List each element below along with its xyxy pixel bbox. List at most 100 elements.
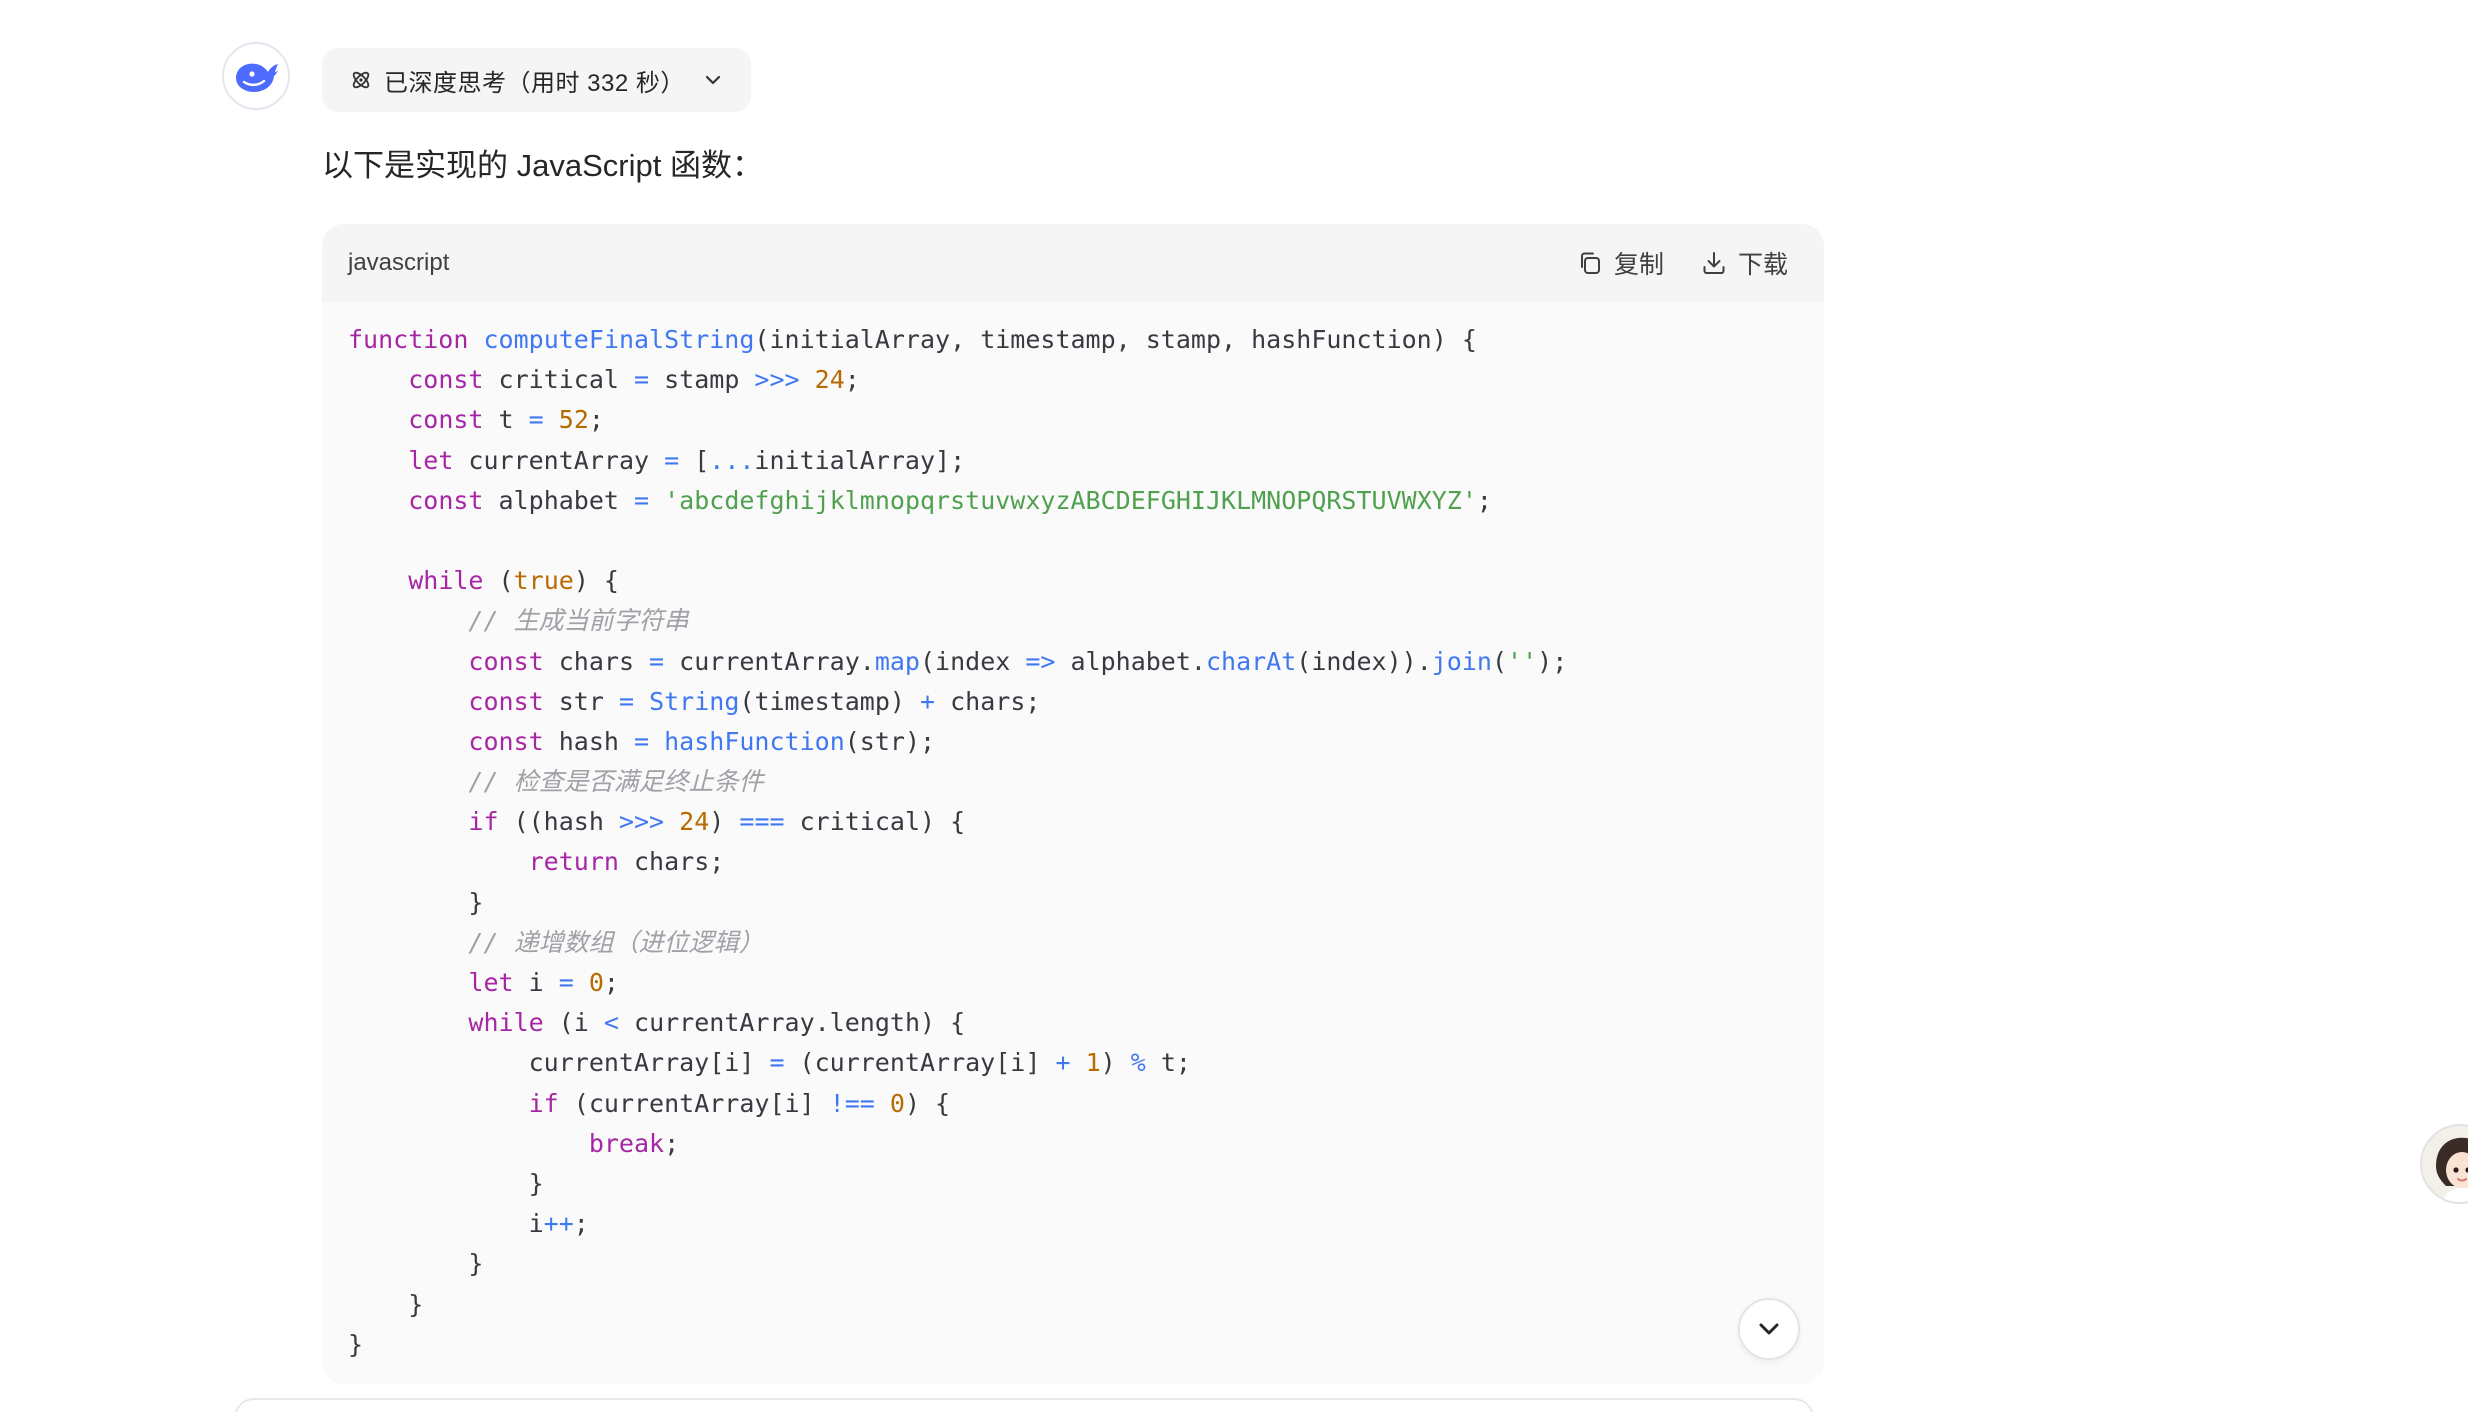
code-token: while bbox=[468, 1008, 544, 1038]
code-line: while (i < currentArray.length) { bbox=[348, 1003, 1798, 1043]
code-token: ) bbox=[1100, 1048, 1131, 1078]
code-token: currentArray.length) { bbox=[618, 1008, 966, 1038]
scroll-down-button[interactable] bbox=[1738, 1298, 1800, 1360]
code-token: true bbox=[513, 566, 574, 596]
code-token: } bbox=[348, 1289, 424, 1319]
code-token: ( bbox=[1491, 646, 1508, 676]
code-token: initialArray]; bbox=[754, 445, 966, 475]
code-token: } bbox=[348, 1249, 484, 1279]
code-token: 0 bbox=[889, 1088, 905, 1118]
code-line: const str = String(timestamp) + chars; bbox=[348, 682, 1798, 722]
code-token: !== bbox=[829, 1088, 875, 1118]
code-token: ) { bbox=[573, 566, 619, 596]
code-token: < bbox=[603, 1008, 619, 1038]
code-token: const bbox=[468, 686, 544, 716]
code-token: ) { bbox=[904, 1088, 951, 1118]
code-token: function bbox=[348, 325, 469, 354]
assistant-avatar bbox=[222, 42, 290, 110]
code-token: currentArray. bbox=[664, 646, 875, 676]
code-token: chars; bbox=[618, 847, 725, 877]
code-token: currentArray[i] bbox=[348, 1048, 770, 1078]
code-token: if bbox=[468, 807, 499, 837]
code-token: ... bbox=[709, 445, 755, 475]
code-line: let i = 0; bbox=[348, 963, 1798, 1003]
code-line: return chars; bbox=[348, 842, 1798, 882]
code-token: alphabet. bbox=[1055, 646, 1206, 676]
code-line: let currentArray = [...initialArray]; bbox=[348, 441, 1798, 481]
code-token: // 检查是否满足终止条件 bbox=[468, 767, 764, 797]
side-assistant-widget[interactable] bbox=[2420, 1124, 2468, 1204]
code-token: const bbox=[408, 485, 484, 515]
code-token: ; bbox=[588, 405, 604, 435]
code-token: >>> bbox=[754, 365, 800, 395]
code-token: [ bbox=[679, 445, 710, 475]
code-token: stamp bbox=[649, 365, 755, 395]
code-token: hashFunction bbox=[664, 726, 845, 756]
copy-icon bbox=[1580, 252, 1600, 274]
code-line: const critical = stamp >>> 24; bbox=[348, 360, 1798, 400]
code-token: = bbox=[769, 1048, 785, 1078]
code-token: ((hash bbox=[498, 807, 619, 837]
code-token: = bbox=[528, 405, 544, 435]
code-token: // 递增数组（进位逻辑） bbox=[468, 927, 764, 957]
code-token: (index bbox=[919, 646, 1026, 676]
download-button[interactable]: 下载 bbox=[1700, 245, 1788, 281]
code-line: const hash = hashFunction(str); bbox=[348, 722, 1798, 762]
code-token: let bbox=[408, 445, 454, 475]
code-token: hash bbox=[543, 726, 634, 756]
code-actions: 复制 下载 bbox=[1576, 245, 1788, 281]
code-token: (index)). bbox=[1296, 646, 1432, 676]
code-token: return bbox=[528, 847, 619, 877]
code-token: 24 bbox=[814, 365, 845, 395]
thinking-toggle[interactable]: 已深度思考（用时 332 秒） bbox=[322, 48, 751, 112]
code-token: charAt bbox=[1205, 646, 1297, 676]
code-line: break; bbox=[348, 1124, 1798, 1164]
code-token: >>> bbox=[618, 807, 665, 837]
code-token: = bbox=[558, 968, 574, 997]
code-block: javascript 复制 下载 function computeFinalSt… bbox=[322, 224, 1824, 1384]
thinking-label: 已深度思考（用时 332 秒） bbox=[384, 69, 685, 97]
code-token: (timestamp) bbox=[739, 686, 921, 716]
chat-input-box[interactable] bbox=[234, 1398, 1814, 1412]
code-token: t; bbox=[1145, 1048, 1191, 1078]
code-token: ; bbox=[664, 1128, 680, 1158]
code-token: critical) { bbox=[784, 807, 966, 837]
deepseek-whale-icon bbox=[236, 63, 278, 92]
code-token: (str); bbox=[844, 726, 936, 756]
code-token: ( bbox=[483, 566, 514, 596]
code-line: } bbox=[348, 1325, 1798, 1365]
code-token: 0 bbox=[588, 968, 604, 997]
code-token: = bbox=[664, 445, 680, 475]
code-line: if ((hash >>> 24) === critical) { bbox=[348, 802, 1798, 842]
code-token: (initialArray, timestamp, stamp, hashFun… bbox=[754, 325, 1477, 354]
chat-page: 已深度思考（用时 332 秒） 以下是实现的 JavaScript 函数： ja… bbox=[0, 0, 2468, 1412]
code-token: = bbox=[649, 646, 665, 676]
chevron-down-icon bbox=[1759, 1323, 1779, 1335]
code-line: function computeFinalString(initialArray… bbox=[348, 320, 1798, 360]
code-token: // 生成当前字符串 bbox=[468, 606, 689, 636]
code-token: '' bbox=[1507, 646, 1538, 676]
code-token: if bbox=[528, 1088, 559, 1118]
code-token: chars; bbox=[935, 686, 1041, 716]
code-token: ; bbox=[573, 1209, 589, 1239]
copy-button[interactable]: 复制 bbox=[1576, 245, 1664, 281]
code-token: === bbox=[739, 807, 785, 837]
code-token: => bbox=[1025, 646, 1056, 676]
code-token: ; bbox=[1476, 485, 1492, 515]
code-token: + bbox=[920, 686, 936, 716]
